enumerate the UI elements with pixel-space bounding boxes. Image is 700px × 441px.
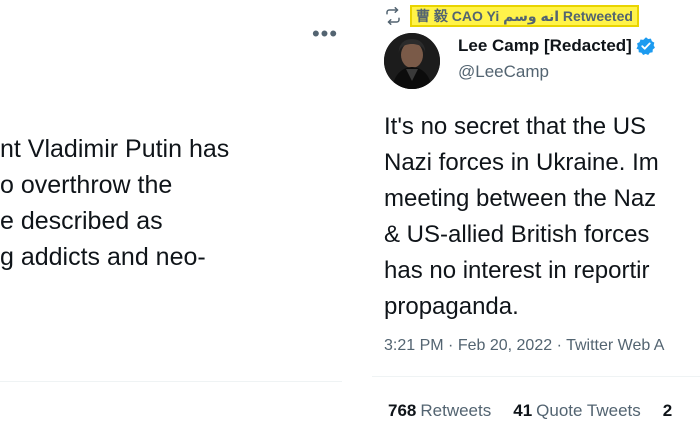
- tweet-text-line: & US-allied British forces: [384, 221, 650, 248]
- left-tweet-text: nt Vladimir Putin has o overthrow the e …: [0, 131, 342, 275]
- tweet-time[interactable]: 3:21 PM: [384, 337, 444, 354]
- quote-tweets-stat[interactable]: 41 Quote Tweets: [513, 401, 641, 421]
- left-tweet-line: nt Vladimir Putin has: [0, 135, 230, 163]
- retweets-label: Retweets: [420, 401, 492, 420]
- tweet-meta: 3:21 PM · Feb 20, 2022 · Twitter Web A: [384, 337, 664, 355]
- panel-separator: [342, 0, 356, 441]
- retweets-stat[interactable]: 768 Retweets: [388, 401, 491, 421]
- left-tweet-line: g addicts and neo-: [0, 243, 206, 271]
- tweet-text-line: has no interest in reportir: [384, 257, 650, 284]
- tweet-text-line: meeting between the Naz: [384, 185, 657, 212]
- retweets-count: 768: [388, 401, 417, 420]
- tweet-date[interactable]: Feb 20, 2022: [458, 337, 552, 354]
- tweet-text-line: propaganda.: [384, 293, 519, 320]
- left-tweet-panel: ••• nt Vladimir Putin has o overthrow th…: [0, 0, 342, 441]
- likes-count: 2: [662, 401, 673, 420]
- likes-stat[interactable]: 2: [663, 401, 672, 421]
- avatar[interactable]: [384, 33, 440, 89]
- tweet-text-line: It's no secret that the US: [384, 113, 647, 140]
- divider: [0, 381, 342, 382]
- author-name-row[interactable]: Lee Camp [Redacted]: [458, 36, 656, 56]
- left-tweet-line: e described as: [0, 207, 163, 235]
- more-horizontal-icon[interactable]: •••: [312, 23, 337, 45]
- tweet-source[interactable]: Twitter Web A: [566, 337, 664, 354]
- tweet-text-line: Nazi forces in Ukraine. Im: [384, 149, 659, 176]
- meta-separator: ·: [448, 337, 458, 354]
- divider: [372, 376, 700, 377]
- verified-badge-icon: [636, 36, 656, 56]
- quote-tweets-count: 41: [513, 401, 533, 420]
- retweet-context[interactable]: 曹 毅 CAO Yi انه وسم Retweeted: [384, 5, 639, 27]
- right-tweet-panel: 曹 毅 CAO Yi انه وسم Retweeted Lee Camp [R…: [356, 0, 700, 441]
- retweeted-by-label[interactable]: 曹 毅 CAO Yi انه وسم Retweeted: [410, 5, 639, 27]
- retweet-icon: [384, 7, 402, 25]
- author-handle[interactable]: @LeeCamp: [458, 62, 549, 82]
- meta-separator: ·: [556, 337, 567, 354]
- author-name[interactable]: Lee Camp [Redacted]: [458, 36, 632, 56]
- tweet-text: It's no secret that the US Nazi forces i…: [384, 109, 700, 325]
- tweet-stats: 768 Retweets 41 Quote Tweets 2: [388, 401, 672, 421]
- quote-tweets-label: Quote Tweets: [536, 401, 641, 420]
- left-tweet-line: o overthrow the: [0, 171, 173, 199]
